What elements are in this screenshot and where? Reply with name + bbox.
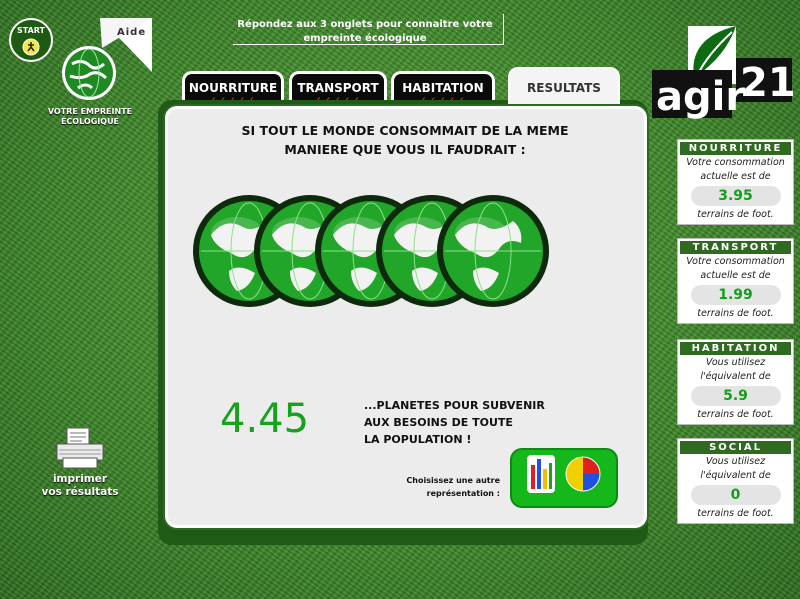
card-text: Vous utilisez bbox=[705, 357, 766, 368]
pie-chart-icon[interactable] bbox=[564, 455, 602, 493]
card-transport: TRANSPORT Votre consommation actuelle es… bbox=[677, 238, 794, 324]
printer-icon[interactable] bbox=[55, 428, 105, 470]
card-title: NOURRITURE bbox=[680, 142, 791, 155]
card-title: SOCIAL bbox=[680, 441, 791, 454]
card-value: 5.9 bbox=[690, 386, 781, 406]
card-text: l'équivalent de bbox=[700, 470, 771, 481]
instruction-text: Répondez aux 3 onglets pour connaitre vo… bbox=[237, 19, 493, 44]
tab-label: NOURRITURE bbox=[188, 81, 278, 95]
choose-line: représentation : bbox=[426, 489, 500, 498]
card-unit: terrains de foot. bbox=[697, 508, 774, 519]
svg-text:21: 21 bbox=[740, 60, 796, 106]
card-nourriture: NOURRITURE Votre consommation actuelle e… bbox=[677, 139, 794, 225]
print-line: vos résultats bbox=[41, 486, 119, 498]
choose-representation-label: Choisissez une autre représentation : bbox=[388, 474, 500, 500]
card-text: Votre consommation bbox=[686, 256, 785, 267]
start-label: START bbox=[17, 26, 46, 35]
planets-text-line: ...PLANETES POUR SUBVENIR bbox=[364, 399, 545, 412]
planets-visual bbox=[193, 195, 549, 307]
card-value: 3.95 bbox=[690, 186, 781, 206]
card-text: l'équivalent de bbox=[700, 371, 771, 382]
start-button[interactable]: START bbox=[8, 17, 54, 63]
planets-text-line: AUX BESOINS DE TOUTE bbox=[364, 416, 513, 429]
bar-chart-icon[interactable] bbox=[527, 455, 555, 493]
card-unit: terrains de foot. bbox=[697, 308, 774, 319]
card-habitation: HABITATION Vous utilisez l'équivalent de… bbox=[677, 339, 794, 425]
agir21-logo: agir 21 bbox=[652, 26, 796, 120]
results-title: SI TOUT LE MONDE CONSOMMAIT DE LA MEME M… bbox=[200, 121, 610, 159]
tab-label: RESULTATS bbox=[527, 81, 601, 95]
card-value: 0 bbox=[690, 485, 781, 505]
empreinte-label: VOTRE EMPREINTE ÉCOLOGIQUE bbox=[47, 107, 133, 126]
title-line: SI TOUT LE MONDE CONSOMMAIT DE LA MEME bbox=[241, 123, 569, 138]
title-line: MANIERE QUE VOUS IL FAUDRAIT : bbox=[284, 142, 526, 157]
aide-label[interactable]: Aide bbox=[117, 27, 146, 38]
card-unit: terrains de foot. bbox=[697, 209, 774, 220]
planet-globe-icon bbox=[437, 195, 549, 307]
card-text: actuelle est de bbox=[700, 270, 771, 281]
card-social: SOCIAL Vous utilisez l'équivalent de 0 t… bbox=[677, 438, 794, 524]
card-text: Votre consommation bbox=[686, 157, 785, 168]
planets-number: 4.45 bbox=[220, 396, 310, 442]
tab-label: HABITATION bbox=[402, 81, 484, 95]
globe-logo-icon[interactable] bbox=[60, 44, 118, 102]
tab-label: TRANSPORT bbox=[297, 81, 379, 95]
card-title: HABITATION bbox=[680, 342, 791, 355]
print-results-button[interactable]: imprimer vos résultats bbox=[25, 473, 135, 499]
card-title: TRANSPORT bbox=[680, 241, 791, 254]
card-unit: terrains de foot. bbox=[697, 409, 774, 420]
card-text: Vous utilisez bbox=[705, 456, 766, 467]
tab-resultats[interactable]: RESULTATS bbox=[508, 67, 620, 107]
planets-text-line: LA POPULATION ! bbox=[364, 433, 472, 446]
print-line: imprimer bbox=[52, 473, 108, 485]
card-text: actuelle est de bbox=[700, 171, 771, 182]
planets-description: ...PLANETES POUR SUBVENIR AUX BESOINS DE… bbox=[364, 397, 545, 448]
choose-line: Choisissez une autre bbox=[406, 476, 500, 485]
svg-text:agir: agir bbox=[656, 74, 745, 120]
card-value: 1.99 bbox=[690, 285, 781, 305]
